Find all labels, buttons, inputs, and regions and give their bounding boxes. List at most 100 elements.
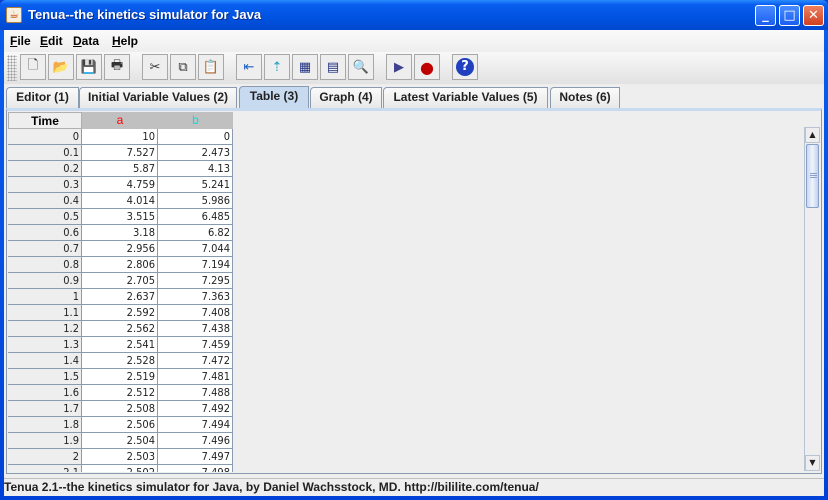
close-button[interactable]: ✕ <box>803 5 824 26</box>
table-row[interactable]: 0.2 5.87 4.13 <box>8 161 233 177</box>
table-row[interactable]: 1.6 2.512 7.488 <box>8 385 233 401</box>
cell-b[interactable]: 7.459 <box>158 337 233 353</box>
vertical-scrollbar[interactable]: ▲ ▼ <box>804 127 820 471</box>
cell-b[interactable]: 7.438 <box>158 321 233 337</box>
cell-a[interactable]: 2.512 <box>82 385 158 401</box>
tab-table[interactable]: Table (3) <box>239 86 309 108</box>
cell-b[interactable]: 7.488 <box>158 385 233 401</box>
table-row[interactable]: 1.1 2.592 7.408 <box>8 305 233 321</box>
cell-time[interactable]: 0.9 <box>8 273 82 289</box>
column-header-b[interactable]: b <box>158 112 233 129</box>
table-row[interactable]: 1.9 2.504 7.496 <box>8 433 233 449</box>
cell-a[interactable]: 10 <box>82 129 158 145</box>
table-row[interactable]: 1.5 2.519 7.481 <box>8 369 233 385</box>
cell-time[interactable]: 0.4 <box>8 193 82 209</box>
cell-a[interactable]: 2.519 <box>82 369 158 385</box>
scroll-up-button[interactable]: ▲ <box>805 127 820 143</box>
cell-b[interactable]: 7.496 <box>158 433 233 449</box>
menu-help[interactable]: Help <box>112 34 138 48</box>
cell-b[interactable]: 5.986 <box>158 193 233 209</box>
cell-time[interactable]: 1.6 <box>8 385 82 401</box>
inspect-button[interactable]: 🔍 <box>348 54 374 80</box>
cell-b[interactable]: 7.492 <box>158 401 233 417</box>
cell-a[interactable]: 2.637 <box>82 289 158 305</box>
cell-b[interactable]: 7.498 <box>158 465 233 472</box>
table-row[interactable]: 0.3 4.759 5.241 <box>8 177 233 193</box>
cell-b[interactable]: 4.13 <box>158 161 233 177</box>
cell-a[interactable]: 2.506 <box>82 417 158 433</box>
tab-notes[interactable]: Notes (6) <box>550 87 620 108</box>
scroll-thumb[interactable] <box>806 144 819 208</box>
column-header-a[interactable]: a <box>82 112 158 129</box>
tab-graph[interactable]: Graph (4) <box>310 87 382 108</box>
cell-a[interactable]: 2.528 <box>82 353 158 369</box>
cell-b[interactable]: 7.472 <box>158 353 233 369</box>
cell-a[interactable]: 5.87 <box>82 161 158 177</box>
table-row[interactable]: 0.8 2.806 7.194 <box>8 257 233 273</box>
table-row[interactable]: 1.8 2.506 7.494 <box>8 417 233 433</box>
cell-a[interactable]: 7.527 <box>82 145 158 161</box>
menu-file[interactable]: File <box>10 34 31 48</box>
table-row[interactable]: 0.5 3.515 6.485 <box>8 209 233 225</box>
minimize-button[interactable]: _ <box>755 5 776 26</box>
cell-time[interactable]: 0.2 <box>8 161 82 177</box>
cell-time[interactable]: 1.2 <box>8 321 82 337</box>
copy-button[interactable]: ⧉ <box>170 54 196 80</box>
cell-a[interactable]: 2.541 <box>82 337 158 353</box>
stop-button[interactable]: ● <box>414 54 440 80</box>
tab-latest-variable-values[interactable]: Latest Variable Values (5) <box>383 87 548 108</box>
table-row[interactable]: 0 10 0 <box>8 129 233 145</box>
cell-time[interactable]: 0.1 <box>8 145 82 161</box>
cell-time[interactable]: 1.9 <box>8 433 82 449</box>
table-row[interactable]: 0.9 2.705 7.295 <box>8 273 233 289</box>
table-row[interactable]: 0.7 2.956 7.044 <box>8 241 233 257</box>
cell-time[interactable]: 2 <box>8 449 82 465</box>
menu-data[interactable]: Data <box>73 34 99 48</box>
cell-b[interactable]: 7.194 <box>158 257 233 273</box>
export-variables-button[interactable]: ⇡ <box>264 54 290 80</box>
toolbar-grip[interactable] <box>7 55 17 81</box>
cell-b[interactable]: 7.044 <box>158 241 233 257</box>
menu-edit[interactable]: Edit <box>40 34 63 48</box>
paste-button[interactable]: 📋 <box>198 54 224 80</box>
maximize-button[interactable]: □ <box>779 5 800 26</box>
cell-time[interactable]: 0.7 <box>8 241 82 257</box>
cell-a[interactable]: 2.806 <box>82 257 158 273</box>
cell-a[interactable]: 2.508 <box>82 401 158 417</box>
help-button[interactable]: ? <box>452 54 478 80</box>
table-row[interactable]: 1.4 2.528 7.472 <box>8 353 233 369</box>
table-row[interactable]: 1.3 2.541 7.459 <box>8 337 233 353</box>
table-row[interactable]: 1.7 2.508 7.492 <box>8 401 233 417</box>
tab-editor[interactable]: Editor (1) <box>6 87 79 108</box>
grid-view-button[interactable]: ▤ <box>320 54 346 80</box>
cell-b[interactable]: 6.82 <box>158 225 233 241</box>
cell-time[interactable]: 1.4 <box>8 353 82 369</box>
cell-a[interactable]: 2.503 <box>82 449 158 465</box>
cell-a[interactable]: 2.562 <box>82 321 158 337</box>
cell-a[interactable]: 4.759 <box>82 177 158 193</box>
cell-a[interactable]: 2.504 <box>82 433 158 449</box>
cell-time[interactable]: 1.7 <box>8 401 82 417</box>
cell-b[interactable]: 7.497 <box>158 449 233 465</box>
print-button[interactable]: 🖶 <box>104 54 130 80</box>
table-row[interactable]: 2.12.5027.498 <box>8 465 233 472</box>
new-file-button[interactable]: 🗋 <box>20 54 46 80</box>
table-row[interactable]: 0.1 7.527 2.473 <box>8 145 233 161</box>
table-row[interactable]: 1.2 2.562 7.438 <box>8 321 233 337</box>
save-button[interactable]: 💾 <box>76 54 102 80</box>
cell-b[interactable]: 7.295 <box>158 273 233 289</box>
tab-initial-variable-values[interactable]: Initial Variable Values (2) <box>79 87 237 108</box>
table-row[interactable]: 0.6 3.18 6.82 <box>8 225 233 241</box>
run-button[interactable]: ▶ <box>386 54 412 80</box>
cut-button[interactable]: ✂ <box>142 54 168 80</box>
cell-time[interactable]: 0 <box>8 129 82 145</box>
cell-time[interactable]: 1.8 <box>8 417 82 433</box>
cell-b[interactable]: 6.485 <box>158 209 233 225</box>
scroll-down-button[interactable]: ▼ <box>805 455 820 471</box>
open-button[interactable]: 📂 <box>48 54 74 80</box>
cell-b[interactable]: 7.494 <box>158 417 233 433</box>
title-bar[interactable]: ☕ Tenua--the kinetics simulator for Java… <box>0 0 828 30</box>
cell-b[interactable]: 7.363 <box>158 289 233 305</box>
cell-time[interactable]: 1.3 <box>8 337 82 353</box>
cell-time[interactable]: 0.3 <box>8 177 82 193</box>
